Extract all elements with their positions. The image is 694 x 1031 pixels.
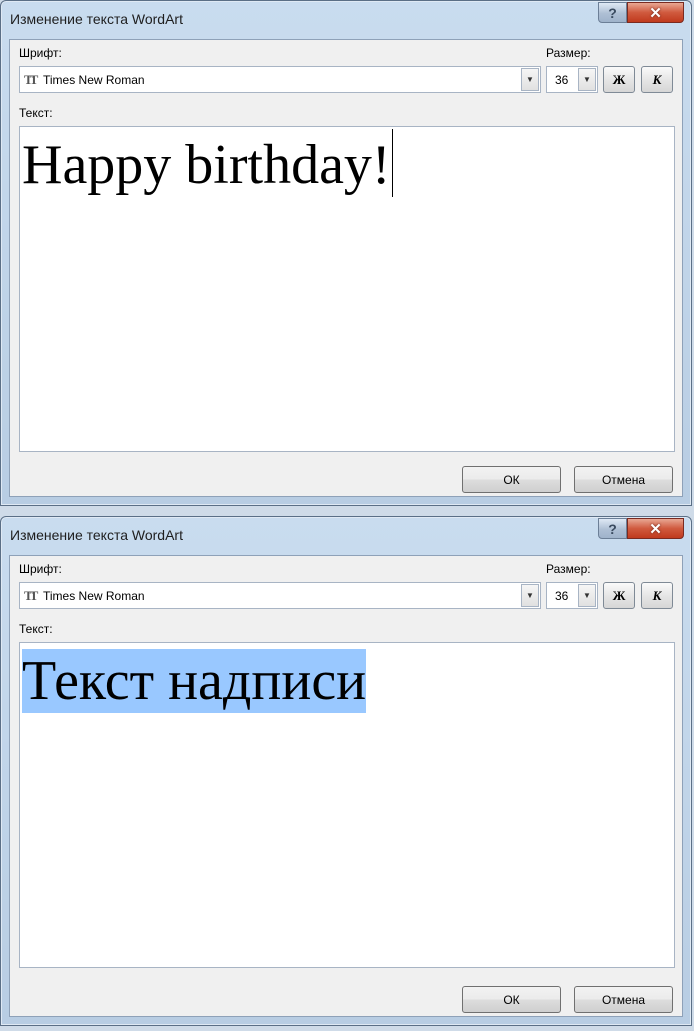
close-icon: ✕ [649, 520, 662, 538]
bold-button[interactable]: Ж [603, 582, 635, 609]
window-title: Изменение текста WordArt [10, 11, 183, 27]
ok-button-label: ОК [503, 992, 520, 1007]
italic-icon: К [652, 71, 662, 87]
chevron-down-icon: ▼ [583, 591, 591, 600]
dialog-body: Шрифт: Размер: TT Times New Roman ▼ 36 ▼… [9, 555, 683, 1017]
size-select[interactable]: 36 ▼ [546, 582, 598, 609]
font-value: Times New Roman [43, 589, 145, 603]
font-value: Times New Roman [43, 73, 145, 87]
size-value: 36 [555, 73, 569, 87]
font-dropdown-button[interactable]: ▼ [521, 584, 539, 607]
size-dropdown-button[interactable]: ▼ [578, 68, 596, 91]
help-button[interactable]: ? [598, 2, 627, 23]
close-icon: ✕ [649, 4, 662, 22]
help-button[interactable]: ? [598, 518, 627, 539]
ok-button[interactable]: ОК [462, 466, 561, 493]
size-label: Размер: [546, 562, 591, 576]
italic-icon: К [652, 587, 662, 603]
size-select[interactable]: 36 ▼ [546, 66, 598, 93]
ok-button-label: ОК [503, 472, 520, 487]
wordart-text-input[interactable]: Happy birthday! [19, 126, 675, 452]
ok-button[interactable]: ОК [462, 986, 561, 1013]
size-value: 36 [555, 589, 569, 603]
truetype-font-icon: TT [24, 588, 38, 603]
size-label: Размер: [546, 46, 591, 60]
window-title: Изменение текста WordArt [10, 527, 183, 543]
chevron-down-icon: ▼ [526, 75, 534, 84]
bold-icon: Ж [612, 587, 626, 603]
cancel-button[interactable]: Отмена [574, 986, 673, 1013]
close-button[interactable]: ✕ [627, 518, 684, 539]
chevron-down-icon: ▼ [583, 75, 591, 84]
wordart-dialog: Изменение текста WordArt ? ✕ Шрифт: Разм… [0, 0, 692, 506]
truetype-font-icon: TT [24, 72, 38, 87]
wordart-text-selected: Текст надписи [22, 649, 367, 713]
cancel-button[interactable]: Отмена [574, 466, 673, 493]
wordart-dialog: Изменение текста WordArt ? ✕ Шрифт: Разм… [0, 516, 692, 1026]
title-bar[interactable]: Изменение текста WordArt ? ✕ [1, 517, 691, 555]
italic-button[interactable]: К [641, 66, 673, 93]
font-select[interactable]: TT Times New Roman ▼ [19, 66, 541, 93]
bold-icon: Ж [612, 71, 626, 87]
font-select[interactable]: TT Times New Roman ▼ [19, 582, 541, 609]
font-dropdown-button[interactable]: ▼ [521, 68, 539, 91]
font-label: Шрифт: [19, 562, 62, 576]
cancel-button-label: Отмена [601, 992, 646, 1007]
wordart-text-input[interactable]: Текст надписи [19, 642, 675, 968]
title-bar[interactable]: Изменение текста WordArt ? ✕ [1, 1, 691, 39]
italic-button[interactable]: К [641, 582, 673, 609]
help-icon: ? [608, 520, 617, 537]
dialog-body: Шрифт: Размер: TT Times New Roman ▼ 36 ▼… [9, 39, 683, 497]
wordart-text: Happy birthday! [22, 134, 391, 196]
help-icon: ? [608, 4, 617, 21]
chevron-down-icon: ▼ [526, 591, 534, 600]
font-label: Шрифт: [19, 46, 62, 60]
text-label: Текст: [19, 622, 53, 636]
text-label: Текст: [19, 106, 53, 120]
cancel-button-label: Отмена [601, 472, 646, 487]
text-caret [392, 129, 393, 197]
close-button[interactable]: ✕ [627, 2, 684, 23]
bold-button[interactable]: Ж [603, 66, 635, 93]
size-dropdown-button[interactable]: ▼ [578, 584, 596, 607]
